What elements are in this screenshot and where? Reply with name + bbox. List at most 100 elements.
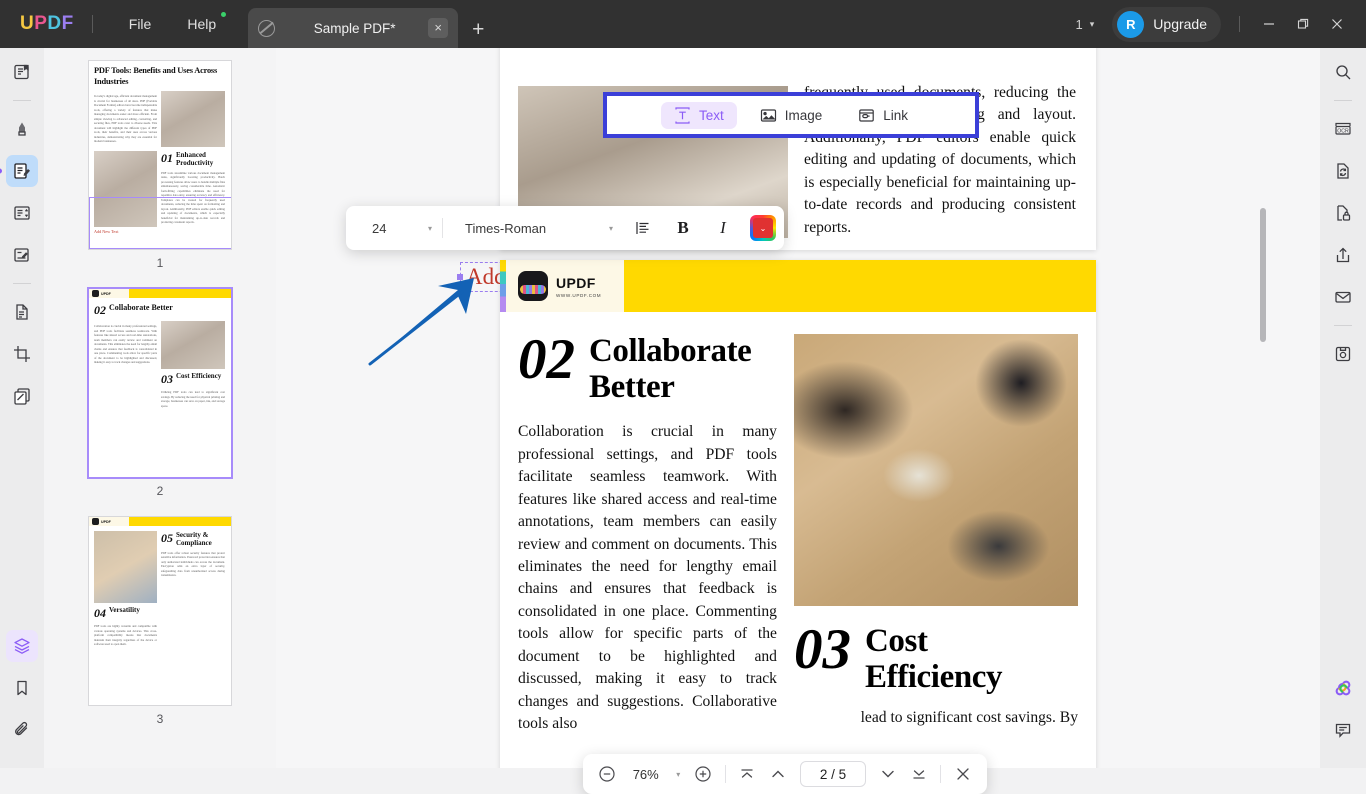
tab-close-icon[interactable]: × xyxy=(428,18,448,38)
zoom-out-button[interactable] xyxy=(593,759,622,789)
ocr-icon[interactable]: OCR xyxy=(1327,113,1359,145)
viewer-scrollbar[interactable] xyxy=(1258,48,1268,768)
document-viewer[interactable]: frequently used documents, reducing the … xyxy=(276,48,1320,768)
italic-button[interactable]: I xyxy=(703,206,743,250)
rail-divider-1 xyxy=(13,100,31,101)
sidebar-item-edit-pdf[interactable] xyxy=(6,155,38,187)
thumbnail-item-1[interactable]: PDF Tools: Benefits and Uses Across Indu… xyxy=(44,60,276,288)
tab-strip: Sample PDF* × + xyxy=(248,0,484,48)
zoom-level-value[interactable]: 76% xyxy=(624,767,668,782)
tab-title: Sample PDF* xyxy=(281,21,428,36)
window-count-dropdown[interactable]: 1 ▾ xyxy=(1076,17,1095,32)
edit-mode-text[interactable]: Text xyxy=(661,102,737,129)
sidebar-item-organize-pages[interactable] xyxy=(6,296,38,328)
new-tab-button[interactable]: + xyxy=(472,19,484,40)
right-tool-rail: OCR xyxy=(1320,48,1366,768)
thumb-2-content: 02 Collaborate Better Collaboration is c… xyxy=(89,298,231,413)
previous-page-button[interactable] xyxy=(763,759,792,789)
upgrade-label: Upgrade xyxy=(1153,16,1207,32)
edit-mode-link[interactable]: Link xyxy=(845,102,921,129)
share-icon[interactable] xyxy=(1327,239,1359,271)
edit-mode-image-label: Image xyxy=(785,108,823,123)
convert-icon[interactable] xyxy=(1327,155,1359,187)
tab-sample-pdf[interactable]: Sample PDF* × xyxy=(248,8,458,48)
edit-mode-image[interactable]: Image xyxy=(747,102,836,129)
upgrade-button[interactable]: R Upgrade xyxy=(1112,7,1221,42)
search-icon[interactable] xyxy=(1327,56,1359,88)
window-controls-divider xyxy=(1239,16,1240,32)
thumb-1-title: PDF Tools: Benefits and Uses Across Indu… xyxy=(94,66,226,87)
thumbnail-page-1[interactable]: PDF Tools: Benefits and Uses Across Indu… xyxy=(88,60,232,250)
maximize-button[interactable] xyxy=(1286,9,1320,39)
sidebar-item-annotate[interactable] xyxy=(6,113,38,145)
thumb-2-section-title-2: Cost Efficiency xyxy=(176,372,221,380)
minimize-button[interactable] xyxy=(1252,9,1286,39)
align-left-icon[interactable] xyxy=(623,206,663,250)
close-window-button[interactable] xyxy=(1320,9,1354,39)
thumb-3-photo xyxy=(94,531,157,603)
logo-letter-f: F xyxy=(62,13,74,35)
sidebar-item-attachments[interactable] xyxy=(6,714,38,746)
link-icon xyxy=(858,107,875,124)
bold-button[interactable]: B xyxy=(663,206,703,250)
scrollbar-thumb[interactable] xyxy=(1260,208,1266,342)
section-03-number: 03 xyxy=(794,624,851,675)
image-icon xyxy=(760,107,777,124)
font-size-value: 24 xyxy=(372,221,386,236)
help-notification-dot xyxy=(221,12,226,17)
protect-lock-icon[interactable] xyxy=(1327,197,1359,229)
resize-handle-left[interactable] xyxy=(457,274,463,280)
zoom-in-button[interactable] xyxy=(689,759,718,789)
thumb-1-added-text: Add New Text xyxy=(94,229,226,234)
save-icon[interactable] xyxy=(1327,338,1359,370)
page-2-left-column: 02 Collaborate Better Collaboration is c… xyxy=(518,334,777,736)
menu-help[interactable]: Help xyxy=(169,10,234,38)
sidebar-item-layers[interactable] xyxy=(6,630,38,662)
thumbnail-number-1: 1 xyxy=(157,256,164,270)
sidebar-item-crop[interactable] xyxy=(6,338,38,370)
pdf-page-2[interactable]: UPDF WWW.UPDF.COM 02 Collaborate Better xyxy=(500,260,1096,768)
thumb-2-section-number-2: 03 xyxy=(161,372,173,387)
sidebar-item-bookmarks[interactable] xyxy=(6,672,38,704)
thumb-1-photo-2 xyxy=(94,151,157,227)
thumbnail-item-2[interactable]: UPDF 02 Collaborate Better Collaboration… xyxy=(44,288,276,516)
thumbnail-page-2[interactable]: UPDF 02 Collaborate Better Collaboration… xyxy=(88,288,232,478)
sidebar-item-compare[interactable] xyxy=(6,380,38,412)
thumbnail-item-3[interactable]: UPDF 04 Versatility PDF tools are highly… xyxy=(44,516,276,744)
ai-assistant-icon[interactable] xyxy=(1327,672,1359,704)
last-page-button[interactable] xyxy=(905,759,934,789)
thumbnail-number-2: 2 xyxy=(157,484,164,498)
thumb-2-section-title: Collaborate Better xyxy=(109,303,173,313)
menu-help-label: Help xyxy=(187,16,216,32)
close-navbar-button[interactable] xyxy=(948,759,977,789)
zoom-dropdown-caret-icon[interactable]: ▾ xyxy=(670,759,687,789)
color-swatch[interactable]: ⌄ xyxy=(750,215,776,241)
thumbnail-panel[interactable]: PDF Tools: Benefits and Uses Across Indu… xyxy=(44,48,276,768)
page-indicator-field[interactable]: 2 / 5 xyxy=(800,761,866,787)
sidebar-item-reader[interactable] xyxy=(6,56,38,88)
thumbnail-page-3[interactable]: UPDF 04 Versatility PDF tools are highly… xyxy=(88,516,232,706)
text-format-toolbar[interactable]: 24 ▾ Times-Roman ▾ B I ⌄ xyxy=(346,206,784,250)
menu-file[interactable]: File xyxy=(111,10,170,38)
section-02-title-line1: Collaborate xyxy=(589,334,751,370)
text-icon xyxy=(674,107,691,124)
first-page-button[interactable] xyxy=(733,759,762,789)
page-navigation-bar[interactable]: 76% ▾ 2 / 5 xyxy=(583,754,987,794)
thumb-1-body: In today's digital age, efficient docume… xyxy=(94,94,157,147)
rail-divider-2 xyxy=(13,283,31,284)
next-page-button[interactable] xyxy=(874,759,903,789)
thumb-2-photo xyxy=(161,321,225,369)
text-color-button[interactable]: ⌄ xyxy=(743,206,783,250)
thumbnail-number-3: 3 xyxy=(157,712,164,726)
font-size-dropdown[interactable]: 24 ▾ xyxy=(346,206,442,250)
section-02-photo xyxy=(794,334,1078,606)
page-2-right-column: 03 Cost Efficiency lead to significant c… xyxy=(794,334,1078,736)
mail-icon[interactable] xyxy=(1327,281,1359,313)
edit-mode-toolbar[interactable]: Text Image Link xyxy=(603,92,979,138)
font-family-dropdown[interactable]: Times-Roman ▾ xyxy=(443,206,623,250)
sidebar-item-prepare-form[interactable] xyxy=(6,239,38,271)
left-tool-rail xyxy=(0,48,44,768)
thumb-1-section-body: PDF tools streamline various document ma… xyxy=(161,171,225,225)
feedback-icon[interactable] xyxy=(1327,714,1359,746)
sidebar-item-page[interactable] xyxy=(6,197,38,229)
